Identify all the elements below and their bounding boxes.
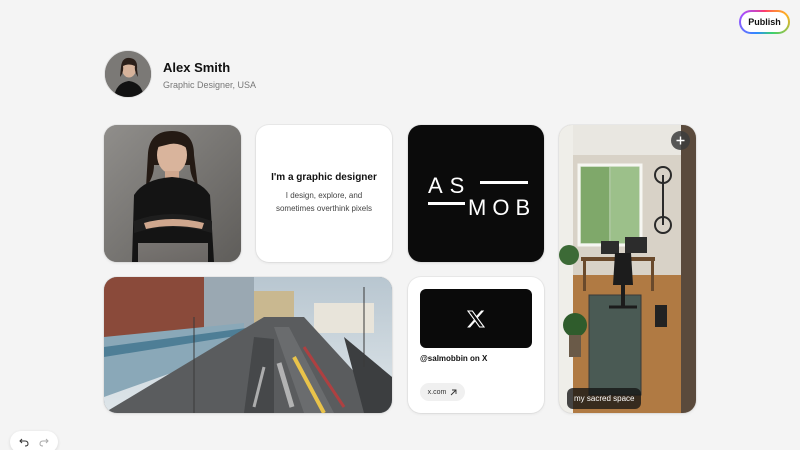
room-photo xyxy=(559,125,696,413)
avatar-portrait xyxy=(105,51,151,97)
bio-card[interactable]: I'm a graphic designer I design, explore… xyxy=(256,125,392,262)
bio-title: I'm a graphic designer xyxy=(271,172,377,183)
profile-name: Alex Smith xyxy=(163,60,231,75)
social-link-button[interactable]: x.com xyxy=(420,383,465,401)
undo-icon xyxy=(19,438,29,447)
street-photo xyxy=(104,277,392,413)
logo-text-top: AS xyxy=(428,173,471,198)
social-card[interactable]: @salmobbin on X x.com xyxy=(408,277,544,413)
bio-line-1: I design, explore, and xyxy=(285,191,363,200)
portrait-photo xyxy=(104,125,241,262)
add-plus-button[interactable] xyxy=(671,131,690,150)
logo-card[interactable]: AS MOB xyxy=(408,125,544,262)
logo-text-bottom: MOB xyxy=(468,195,536,220)
logo-bar-right xyxy=(480,181,528,184)
undo-button[interactable] xyxy=(16,434,32,450)
redo-icon xyxy=(39,438,49,447)
arrow-up-right-icon xyxy=(451,389,457,395)
x-preview xyxy=(420,289,532,348)
publish-button[interactable]: Publish xyxy=(741,12,788,32)
social-link-label: x.com xyxy=(427,388,447,396)
room-photo-card[interactable]: my sacred space xyxy=(559,125,696,413)
avatar[interactable] xyxy=(104,50,152,98)
bio-line-2: sometimes overthink pixels xyxy=(275,204,373,213)
plus-icon xyxy=(676,136,685,145)
social-handle: @salmobbin on X xyxy=(420,354,488,363)
history-controls xyxy=(10,431,58,450)
profile-subtitle: Graphic Designer, USA xyxy=(163,80,257,90)
asmob-logo: AS MOB xyxy=(428,173,536,220)
portrait-photo-card[interactable] xyxy=(104,125,241,262)
redo-button[interactable] xyxy=(36,434,52,450)
publish-button-ring: Publish xyxy=(739,10,790,34)
room-caption: my sacred space xyxy=(567,388,642,409)
logo-bar-left xyxy=(428,202,465,205)
x-logo-icon xyxy=(466,309,486,328)
street-photo-card[interactable] xyxy=(104,277,392,413)
